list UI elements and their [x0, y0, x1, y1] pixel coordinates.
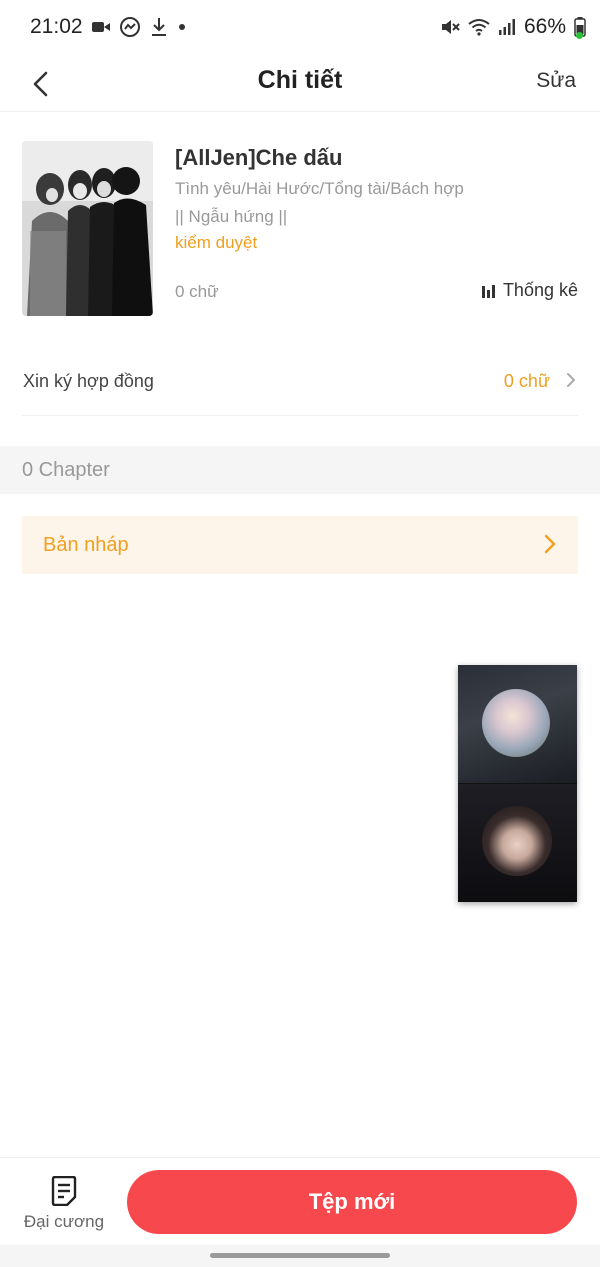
back-button[interactable] — [20, 64, 60, 104]
book-word-count: 0 chữ — [175, 282, 219, 301]
status-bar: 21:02 66% — [0, 0, 600, 56]
notification-icons — [92, 17, 186, 37]
mute-icon — [441, 20, 460, 34]
edit-button[interactable]: Sửa — [536, 69, 576, 93]
draft-row[interactable]: Bản nháp — [22, 516, 578, 574]
document-icon — [51, 1176, 77, 1206]
privacy-indicator-dot — [576, 32, 583, 39]
chevron-left-icon — [33, 71, 48, 97]
local-avatar — [482, 806, 552, 876]
contract-value: 0 chữ — [503, 371, 550, 391]
signal-icon — [498, 19, 515, 35]
local-video — [458, 784, 577, 902]
book-cover-image[interactable] — [22, 141, 153, 316]
chevron-right-icon — [544, 534, 556, 554]
remote-avatar — [482, 689, 550, 757]
chapter-count: 0 Chapter — [22, 459, 110, 481]
contract-row[interactable]: Xin ký hợp đồng 0 chữ — [22, 350, 578, 416]
chapter-header: 0 Chapter — [0, 446, 600, 494]
page-title: Chi tiết — [257, 66, 343, 94]
video-icon — [92, 22, 110, 32]
gesture-nav-area — [0, 1245, 600, 1267]
system-icons: 66% — [440, 15, 586, 39]
draft-label: Bản nháp — [43, 534, 129, 556]
status-time: 21:02 — [30, 15, 83, 38]
outline-button[interactable]: Đại cương — [18, 1172, 110, 1238]
book-title: [AllJen]Che dấu — [175, 145, 343, 170]
dot-icon — [179, 24, 185, 30]
book-status: kiểm duyệt — [175, 233, 258, 252]
book-description: || Ngẫu hứng || — [175, 207, 288, 226]
outline-label: Đại cương — [23, 1212, 105, 1231]
bottom-action-bar: Đại cương Tệp mới — [0, 1157, 600, 1245]
battery-percent: 66% — [523, 15, 566, 38]
video-call-window[interactable] — [458, 665, 577, 902]
stats-label: Thống kê — [502, 280, 578, 300]
download-icon — [152, 18, 166, 36]
bar-chart-icon — [481, 284, 495, 298]
chevron-right-icon — [567, 373, 575, 387]
book-genres: Tình yêu/Hài Hước/Tổng tài/Bách hợp — [175, 179, 464, 198]
wifi-icon — [468, 19, 490, 36]
gesture-handle[interactable] — [210, 1253, 390, 1258]
stats-button[interactable]: Thống kê — [481, 280, 578, 301]
remote-video — [458, 665, 577, 783]
contract-label: Xin ký hợp đồng — [23, 371, 154, 391]
nav-bar: Chi tiết Sửa — [0, 56, 600, 112]
messenger-icon — [120, 17, 140, 37]
new-file-button[interactable]: Tệp mới — [127, 1170, 577, 1234]
